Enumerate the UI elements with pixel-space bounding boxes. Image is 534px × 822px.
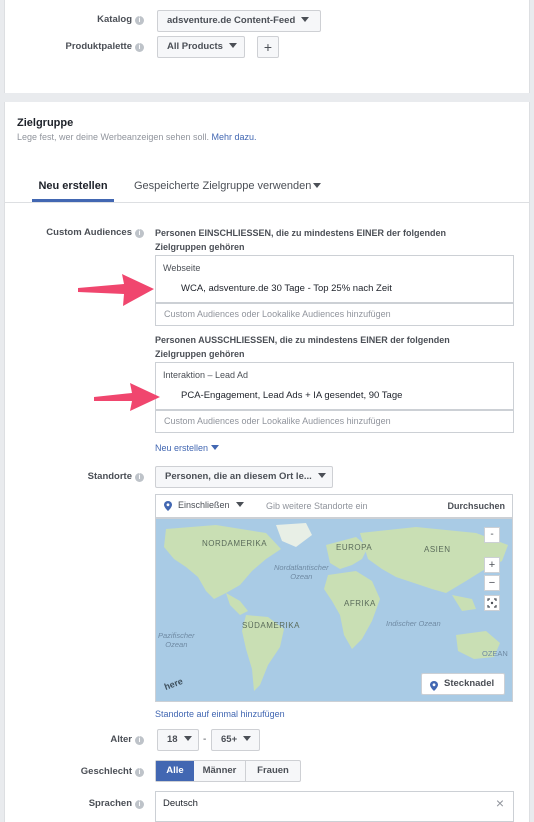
info-icon: i [135, 16, 144, 25]
map-label-indian: Indischer Ozean [386, 619, 441, 628]
include-select[interactable]: Einschließen [178, 500, 244, 510]
annotation-arrow-1 [78, 274, 154, 306]
map-zoom-in-button[interactable]: + [484, 557, 500, 573]
map-label-af: AFRIKA [344, 599, 376, 608]
map-label-eu: EUROPA [336, 543, 373, 552]
map-label-na: NORDAMERIKA [202, 539, 268, 548]
map-label-north-atlantic: Nordatlantischer Ozean [274, 563, 329, 581]
chevron-down-icon [313, 183, 322, 188]
chevron-down-icon [183, 736, 192, 741]
section-title: Zielgruppe [17, 117, 74, 129]
map-fullscreen-icon[interactable] [484, 595, 500, 611]
clear-icon[interactable]: × [496, 795, 504, 811]
pin-icon [164, 501, 172, 511]
include-group-label: Webseite [163, 263, 201, 273]
chevron-down-icon [228, 43, 237, 48]
gender-female-button[interactable]: Frauen [246, 761, 300, 781]
info-icon: i [135, 43, 144, 52]
info-icon: i [135, 768, 144, 777]
chevron-down-icon [211, 445, 220, 450]
exclude-audience-box[interactable]: Interaktion – Lead Ad PCA-Engagement, Le… [155, 362, 514, 410]
include-audience-item[interactable]: WCA, adsventure.de 30 Tage - Top 25% nac… [181, 283, 392, 294]
exclude-audience-input[interactable]: Custom Audiences oder Lookalike Audience… [155, 410, 514, 433]
annotation-arrow-2 [94, 383, 160, 411]
exclude-text: Personen AUSSCHLIESSEN, die zu mindesten… [155, 335, 450, 359]
chevron-down-icon [235, 502, 244, 507]
info-icon: i [135, 736, 144, 745]
chevron-down-icon [317, 473, 326, 478]
map-label-sa: SÜDAMERIKA [242, 621, 300, 630]
location-search-bar: Einschließen Gib weitere Standorte ein D… [155, 494, 513, 518]
standorte-label: Standorte i [88, 471, 144, 482]
katalog-dropdown[interactable]: adsventure.de Content-Feed [157, 10, 321, 32]
info-icon: i [135, 229, 144, 238]
info-icon: i [135, 473, 144, 482]
learn-more-link[interactable]: Mehr dazu. [211, 132, 256, 142]
language-value: Deutsch [163, 798, 198, 809]
drop-pin-label: Stecknadel [444, 678, 495, 689]
world-map[interactable]: NORDAMERIKA EUROPA ASIEN Nordatlantische… [155, 518, 513, 702]
tabs-divider [5, 202, 529, 203]
gender-toggle: Alle Männer Frauen [155, 760, 301, 782]
browse-button[interactable]: Durchsuchen [447, 501, 505, 511]
custom-audiences-label: Custom Audiences i [46, 227, 144, 238]
katalog-label: Katalog i [97, 14, 144, 25]
exclude-group-label: Interaktion – Lead Ad [163, 370, 249, 380]
exclude-audience-item[interactable]: PCA-Engagement, Lead Ads + IA gesendet, … [181, 390, 402, 401]
add-product-set-button[interactable]: + [257, 36, 279, 58]
alter-label: Alter i [110, 734, 144, 745]
produktpalette-dropdown[interactable]: All Products [157, 36, 245, 58]
age-max-dropdown[interactable]: 65+ [211, 729, 260, 751]
map-label-as: ASIEN [424, 545, 451, 554]
gender-male-button[interactable]: Männer [194, 761, 246, 781]
location-search-input[interactable]: Gib weitere Standorte ein [266, 501, 368, 511]
gender-all-button[interactable]: Alle [156, 761, 194, 781]
sprachen-label: Sprachen i [89, 798, 144, 809]
pin-icon [430, 679, 438, 699]
map-label-pacific: Pazifischer Ozean [158, 631, 195, 649]
include-text: Personen EINSCHLIESSEN, die zu mindesten… [155, 228, 447, 252]
age-separator: - [203, 734, 207, 745]
map-collapse-button[interactable]: - [484, 527, 500, 543]
produktpalette-label: Produktpalette i [65, 41, 144, 52]
tab-saved[interactable]: Gespeicherte Zielgruppe verwenden [134, 174, 322, 198]
include-audience-input[interactable]: Custom Audiences oder Lookalike Audience… [155, 303, 514, 326]
location-type-dropdown[interactable]: Personen, die an diesem Ort le... [155, 466, 333, 488]
tab-new[interactable]: Neu erstellen [32, 174, 114, 202]
chevron-down-icon [243, 736, 252, 741]
create-new-link[interactable]: Neu erstellen [155, 443, 220, 453]
map-zoom-out-button[interactable]: − [484, 575, 500, 591]
languages-input[interactable]: Deutsch × [155, 791, 514, 822]
age-min-dropdown[interactable]: 18 [157, 729, 199, 751]
info-icon: i [135, 800, 144, 809]
geschlecht-label: Geschlecht i [81, 766, 144, 777]
drop-pin-button[interactable]: Stecknadel [421, 673, 505, 695]
section-subtitle: Lege fest, wer deine Werbeanzeigen sehen… [17, 132, 257, 142]
bulk-locations-link[interactable]: Standorte auf einmal hinzufügen [155, 709, 285, 719]
include-audience-box[interactable]: Webseite WCA, adsventure.de 30 Tage - To… [155, 255, 514, 303]
map-label-oz: OZEAN [482, 649, 508, 658]
chevron-down-icon [301, 17, 310, 22]
